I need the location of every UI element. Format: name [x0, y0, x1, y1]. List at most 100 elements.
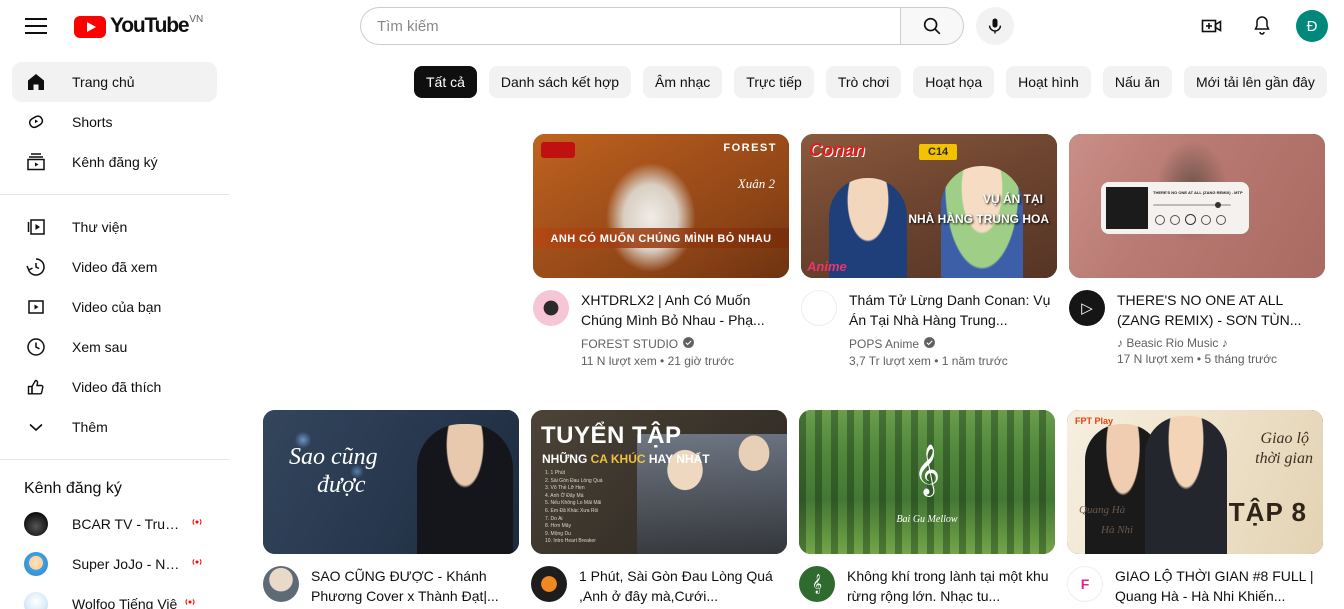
channel-avatar[interactable]: ▷ — [1069, 290, 1105, 326]
video-title[interactable]: Không khí trong lành tại một khu rừng rộ… — [847, 566, 1055, 606]
video-thumbnail[interactable]: Sao cũng được — [263, 410, 519, 554]
create-video-button[interactable] — [1192, 6, 1232, 46]
video-card[interactable]: Sao cũng được SAO CŨNG ĐƯỢC - Khánh Phươ… — [263, 410, 519, 606]
thumbnail-player-knob — [1215, 202, 1221, 208]
channel-name: Super JoJo - Nh... — [72, 556, 184, 572]
voice-search-button[interactable] — [976, 7, 1014, 45]
search-input[interactable]: Tìm kiếm — [360, 7, 900, 45]
video-title[interactable]: 1 Phút, Sài Gòn Đau Lòng Quá ,Anh ở đây … — [579, 566, 787, 606]
tracklist-item: 3. Vô Thề Lỡ Hẹn — [545, 485, 603, 493]
tracklist-item: 7. Do Ai — [545, 516, 603, 524]
channel-avatar[interactable] — [531, 566, 567, 602]
sidebar-subscription-bcar-tv[interactable]: BCAR TV - Truyề... — [12, 504, 217, 544]
thumbnail-sub-2: CA KHÚC — [591, 452, 646, 466]
video-title[interactable]: SAO CŨNG ĐƯỢC - Khánh Phương Cover x Thà… — [311, 566, 519, 606]
create-video-icon — [1200, 14, 1224, 38]
channel-avatar[interactable] — [533, 290, 569, 326]
chip-cartoon[interactable]: Hoạt hình — [1006, 66, 1091, 98]
chip-gaming[interactable]: Trò chơi — [826, 66, 901, 98]
video-card[interactable]: FOREST Xuân 2 ANH CÓ MUỐN CHÚNG MÌNH BỎ … — [533, 134, 789, 368]
verified-badge-icon — [682, 336, 695, 352]
video-thumbnail[interactable]: 𝄞 Bai Gu Mellow — [799, 410, 1055, 554]
logo-text: YouTube — [110, 13, 188, 39]
thumbnail-artist-1: Quang Hà — [1079, 504, 1125, 516]
sidebar-item-shorts[interactable]: Shorts — [12, 102, 217, 142]
thumbs-up-icon — [24, 375, 48, 399]
search-icon — [921, 15, 943, 37]
sidebar-item-label: Xem sau — [72, 339, 127, 355]
microphone-icon — [985, 16, 1005, 36]
tracklist-item: 10. Intro Heart Breaker — [545, 538, 603, 546]
search-area: Tìm kiếm — [360, 7, 1014, 45]
chip-recently-uploaded[interactable]: Mới tải lên gần đây — [1184, 66, 1327, 98]
youtube-logo[interactable]: YouTube VN — [74, 13, 203, 39]
channel-avatar[interactable]: F — [1067, 566, 1103, 602]
avatar[interactable]: Đ — [1296, 10, 1328, 42]
channel-avatar[interactable] — [263, 566, 299, 602]
sidebar-item-label: Thêm — [72, 419, 108, 435]
sidebar-item-home[interactable]: Trang chủ — [12, 62, 217, 102]
chip-music[interactable]: Âm nhạc — [643, 66, 722, 98]
sidebar-subscription-super-jojo[interactable]: Super JoJo - Nh... — [12, 544, 217, 584]
home-icon — [24, 70, 48, 94]
video-card[interactable]: 𝄞 Bai Gu Mellow 𝄞 Không khí trong lành t… — [799, 410, 1055, 606]
tracklist-item: 9. Mộng Du — [545, 531, 603, 539]
hamburger-line — [25, 25, 47, 27]
thumbnail-episode: TẬP 8 — [1229, 497, 1307, 528]
video-thumbnail[interactable]: FPT Play Giao lộ thời gian TẬP 8 Quang H… — [1067, 410, 1323, 554]
sidebar-item-watch-later[interactable]: Xem sau — [12, 327, 217, 367]
channel-name: BCAR TV - Truyề... — [72, 516, 184, 532]
sidebar-item-label: Trang chủ — [72, 74, 135, 90]
video-thumbnail[interactable]: Conan C14 VỤ ÁN TẠI NHÀ HÀNG TRUNG HOA A… — [801, 134, 1057, 278]
search-button[interactable] — [900, 7, 964, 45]
notifications-button[interactable] — [1242, 6, 1282, 46]
thumbnail-subheading: NHỮNG CA KHÚC HAY NHẤT — [542, 452, 710, 466]
video-thumbnail[interactable]: THERE'S NO ONE AT ALL (ZANG REMIX) - MTP — [1069, 134, 1325, 278]
thumbnail-player-controls — [1155, 214, 1239, 225]
sidebar-subscription-wolfoo[interactable]: Wolfoo Tiếng Việ — [12, 584, 217, 609]
library-icon — [24, 215, 48, 239]
thumbnail-heading: TUYỂN TẬP — [541, 422, 682, 450]
channel-avatar[interactable] — [801, 290, 837, 326]
video-card[interactable]: THERE'S NO ONE AT ALL (ZANG REMIX) - MTP… — [1069, 134, 1325, 368]
video-stats: 3,7 Tr lượt xem • 1 năm trước — [849, 354, 1057, 368]
chip-mixes[interactable]: Danh sách kết hợp — [489, 66, 631, 98]
video-channel[interactable]: FOREST STUDIO — [581, 336, 789, 352]
thumbnail-sub-1: NHỮNG — [542, 452, 587, 466]
thumbnail-sub-3: HAY NHẤT — [649, 452, 710, 466]
sidebar-item-liked-videos[interactable]: Video đã thích — [12, 367, 217, 407]
chip-all[interactable]: Tất cả — [414, 66, 477, 98]
video-title[interactable]: XHTDRLX2 | Anh Có Muốn Chúng Mình Bỏ Nha… — [581, 290, 789, 330]
chip-animation[interactable]: Hoạt họa — [913, 66, 994, 98]
sidebar-item-subscriptions[interactable]: Kênh đăng ký — [12, 142, 217, 182]
chip-live[interactable]: Trực tiếp — [734, 66, 814, 98]
sidebar-item-your-videos[interactable]: Video của bạn — [12, 287, 217, 327]
thumbnail-line-1: VỤ ÁN TẠI — [983, 192, 1043, 206]
sidebar-divider — [0, 194, 229, 195]
video-channel[interactable]: POPS Anime — [849, 336, 1057, 352]
video-title[interactable]: THERE'S NO ONE AT ALL (ZANG REMIX) - SƠN… — [1117, 290, 1325, 330]
channel-name: Wolfoo Tiếng Việ — [72, 596, 177, 609]
video-card[interactable]: Conan C14 VỤ ÁN TẠI NHÀ HÀNG TRUNG HOA A… — [801, 134, 1057, 368]
video-card[interactable]: FPT Play Giao lộ thời gian TẬP 8 Quang H… — [1067, 410, 1323, 606]
sidebar-item-library[interactable]: Thư viện — [12, 207, 217, 247]
sidebar-item-history[interactable]: Video đã xem — [12, 247, 217, 287]
video-thumbnail[interactable]: TUYỂN TẬP NHỮNG CA KHÚC HAY NHẤT 1. 1 Ph… — [531, 410, 787, 554]
video-stats: 11 N lượt xem • 21 giờ trước — [581, 354, 789, 368]
hamburger-line — [25, 32, 47, 34]
video-title[interactable]: GIAO LỘ THỜI GIAN #8 FULL | Quang Hà - H… — [1115, 566, 1323, 606]
video-thumbnail[interactable]: FOREST Xuân 2 ANH CÓ MUỐN CHÚNG MÌNH BỎ … — [533, 134, 789, 278]
video-title[interactable]: Thám Tử Lừng Danh Conan: Vụ Án Tại Nhà H… — [849, 290, 1057, 330]
chip-cooking[interactable]: Nấu ăn — [1103, 66, 1172, 98]
channel-avatar[interactable]: 𝄞 — [799, 566, 835, 602]
hamburger-icon[interactable] — [16, 6, 56, 46]
hamburger-line — [25, 18, 47, 20]
sidebar-item-show-more[interactable]: Thêm — [12, 407, 217, 447]
sidebar-item-label: Kênh đăng ký — [72, 154, 158, 170]
video-grid: FOREST Xuân 2 ANH CÓ MUỐN CHÚNG MÌNH BỎ … — [229, 118, 1344, 609]
video-card[interactable]: TUYỂN TẬP NHỮNG CA KHÚC HAY NHẤT 1. 1 Ph… — [531, 410, 787, 606]
thumbnail-logo-text: Bai Gu Mellow — [799, 514, 1055, 525]
video-channel[interactable]: ♪ Beasic Rio Music ♪ — [1117, 336, 1325, 350]
video-meta: 1 Phút, Sài Gòn Đau Lòng Quá ,Anh ở đây … — [531, 566, 787, 606]
play-icon — [74, 16, 106, 38]
